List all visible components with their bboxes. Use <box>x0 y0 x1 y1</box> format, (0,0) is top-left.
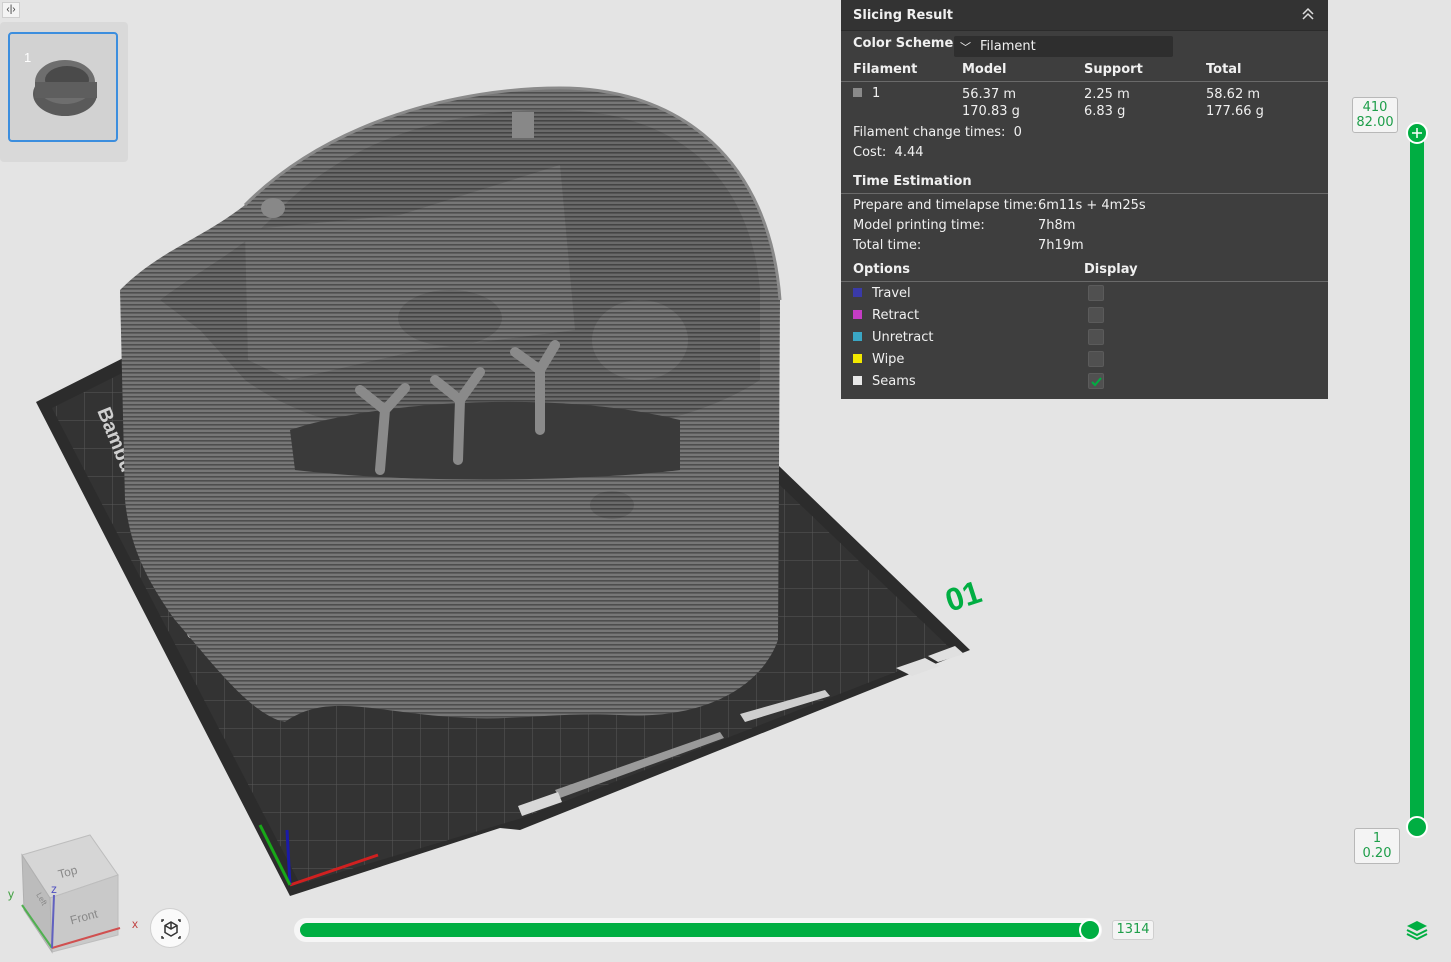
collapse-chevron-icon[interactable] <box>1300 6 1316 22</box>
filament-change-times: Filament change times: 0 <box>853 125 1022 140</box>
seams-display-checkbox[interactable] <box>1088 373 1104 389</box>
display-heading: Display <box>1084 262 1138 277</box>
divider <box>841 193 1328 194</box>
filament-row-id: 1 <box>853 86 880 101</box>
prepare-time-label: Prepare and timelapse time: <box>853 198 1038 213</box>
seams-color-swatch <box>853 376 862 385</box>
wipe-color-swatch <box>853 354 862 363</box>
option-retract: Retract <box>853 308 919 323</box>
view-cube-icon <box>161 919 181 939</box>
filament-color-swatch <box>853 88 862 97</box>
support-usage: 2.25 m 6.83 g <box>1084 87 1130 119</box>
total-time-label: Total time: <box>853 238 922 253</box>
axis-y-label: y <box>8 887 14 901</box>
option-seams: Seams <box>853 374 916 389</box>
layer-slider-bottom-handle[interactable] <box>1406 816 1428 838</box>
options-heading: Options <box>853 262 910 277</box>
move-slider-track[interactable] <box>300 923 1092 937</box>
bed-plate-label: 01 <box>941 573 986 618</box>
layer-slider-top-handle[interactable] <box>1406 122 1428 144</box>
chevron-down-icon: ﹀ <box>960 41 971 54</box>
model-time-label: Model printing time: <box>853 218 985 233</box>
plus-icon <box>1412 128 1422 138</box>
axis-z-label: z <box>51 882 57 896</box>
col-filament: Filament <box>853 62 918 77</box>
panel-header[interactable]: Slicing Result <box>841 0 1328 31</box>
retract-color-swatch <box>853 310 862 319</box>
option-travel: Travel <box>853 286 911 301</box>
model-time-value: 7h8m <box>1038 218 1076 233</box>
panel-title: Slicing Result <box>853 8 954 23</box>
sidebar-toggle-button[interactable]: ‹|› <box>2 2 20 18</box>
layers-icon[interactable] <box>1404 918 1430 944</box>
plate-thumbnail[interactable]: 1 <box>8 32 118 142</box>
checkmark-icon <box>1091 377 1102 387</box>
color-scheme-select[interactable]: ﹀ Filament <box>954 36 1173 57</box>
prepare-time-value: 6m11s + 4m25s <box>1038 198 1146 213</box>
color-scheme-label: Color Scheme <box>853 36 954 51</box>
option-wipe: Wipe <box>853 352 904 367</box>
bottom-layer-label: 1 0.20 <box>1354 828 1400 864</box>
time-estimation-heading: Time Estimation <box>853 174 972 189</box>
unretract-color-swatch <box>853 332 862 341</box>
unretract-display-checkbox[interactable] <box>1088 329 1104 345</box>
col-support: Support <box>1084 62 1143 77</box>
color-scheme-value: Filament <box>980 39 1036 54</box>
move-slider-value: 1314 <box>1112 920 1154 940</box>
total-time-value: 7h19m <box>1038 238 1084 253</box>
model-usage: 56.37 m 170.83 g <box>962 87 1020 119</box>
top-layer-label: 410 82.00 <box>1352 97 1398 133</box>
travel-display-checkbox[interactable] <box>1088 285 1104 301</box>
axis-x-label: x <box>132 917 138 931</box>
view-reset-button[interactable] <box>150 908 190 948</box>
wipe-display-checkbox[interactable] <box>1088 351 1104 367</box>
sliced-model <box>120 86 782 722</box>
plate-number: 1 <box>24 50 32 65</box>
total-usage: 58.62 m 177.66 g <box>1206 87 1264 119</box>
divider <box>841 281 1328 282</box>
plate-thumbnail-strip: 1 <box>0 22 128 162</box>
option-unretract: Unretract <box>853 330 933 345</box>
divider <box>841 81 1328 82</box>
move-slider-handle[interactable] <box>1079 919 1101 941</box>
travel-color-swatch <box>853 288 862 297</box>
layer-slider-track[interactable] <box>1410 132 1424 828</box>
retract-display-checkbox[interactable] <box>1088 307 1104 323</box>
col-model: Model <box>962 62 1007 77</box>
slicing-result-panel: Slicing Result Color Scheme ﹀ Filament F… <box>841 0 1328 399</box>
cost: Cost: 4.44 <box>853 145 924 160</box>
col-total: Total <box>1206 62 1242 77</box>
